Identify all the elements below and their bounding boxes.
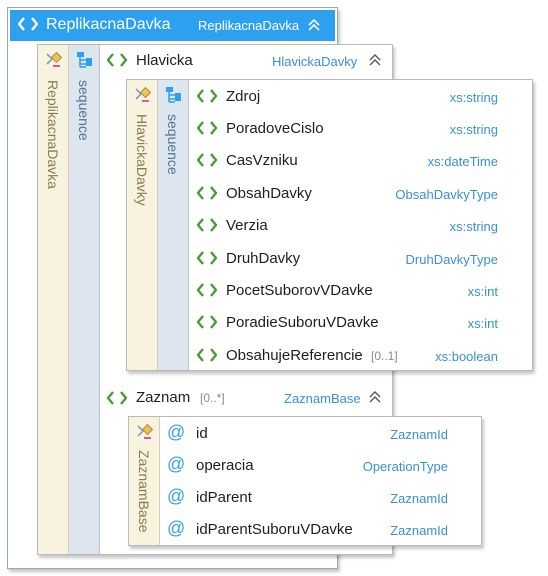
attribute-icon: @ xyxy=(167,486,186,506)
element-type: ObsahDavkyType xyxy=(395,187,498,202)
element-icon xyxy=(196,89,218,108)
element-type: xs:boolean xyxy=(435,349,498,364)
element-icon xyxy=(196,348,218,367)
element-type: DruhDavkyType xyxy=(405,252,498,267)
attribute-name: idParent xyxy=(196,489,252,506)
attribute-name: id xyxy=(196,425,208,442)
root-sequence-label: sequence xyxy=(76,80,92,141)
attribute-type: ZaznamId xyxy=(390,427,448,442)
list-item[interactable]: @ idParentSuboruVDavke ZaznamId xyxy=(161,515,477,545)
list-item[interactable]: DruhDavky DruhDavkyType xyxy=(190,244,528,274)
attribute-type: ZaznamId xyxy=(390,491,448,506)
element-name: CasVzniku xyxy=(226,152,298,169)
zaznam-element-cardinality: [0..*] xyxy=(200,391,225,405)
element-type: xs:string xyxy=(449,90,498,105)
list-item[interactable]: Verzia xs:string xyxy=(190,211,528,241)
zaznam-element-type: ZaznamBase xyxy=(284,391,361,406)
element-cardinality: [0..1] xyxy=(371,349,398,363)
list-item[interactable]: @ id ZaznamId xyxy=(161,419,477,449)
zaznam-type-label: ZaznamBase xyxy=(136,450,152,533)
list-item[interactable]: Zdroj xs:string xyxy=(190,82,528,112)
hlavicka-sequence-label: sequence xyxy=(165,114,181,175)
complex-type-icon xyxy=(133,86,153,109)
element-icon xyxy=(106,53,128,72)
collapse-icon[interactable] xyxy=(307,18,321,37)
list-item[interactable]: CasVzniku xs:dateTime xyxy=(190,146,528,176)
list-item[interactable]: @ idParent ZaznamId xyxy=(161,483,477,513)
element-icon xyxy=(17,17,39,36)
element-type: xs:int xyxy=(467,316,498,331)
collapse-icon[interactable] xyxy=(368,390,382,409)
element-name: PoradoveCislo xyxy=(226,120,324,137)
complex-type-icon xyxy=(135,423,155,446)
attribute-type: ZaznamId xyxy=(390,523,448,538)
attribute-icon: @ xyxy=(167,454,186,474)
attribute-type: OperationType xyxy=(362,459,448,474)
element-icon xyxy=(196,251,218,270)
list-item[interactable]: @ operacia OperationType xyxy=(161,451,477,481)
sequence-icon xyxy=(165,86,183,109)
element-type: xs:dateTime xyxy=(427,154,498,169)
element-name: PocetSuborovVDavke xyxy=(226,282,373,299)
element-icon xyxy=(196,153,218,172)
element-name: DruhDavky xyxy=(226,250,301,267)
list-item[interactable]: PoradoveCislo xs:string xyxy=(190,114,528,144)
element-name: Verzia xyxy=(226,217,268,234)
sequence-icon xyxy=(76,51,94,74)
root-element-type: ReplikacnaDavka xyxy=(198,18,300,33)
element-name: PoradieSuboruVDavke xyxy=(226,314,379,331)
list-item[interactable]: PoradieSuboruVDavke xs:int xyxy=(190,308,528,338)
element-name: ObsahujeReferencie xyxy=(226,347,363,364)
root-title-bar[interactable]: ReplikacnaDavka ReplikacnaDavka xyxy=(10,10,335,41)
element-type: xs:string xyxy=(449,219,498,234)
element-icon xyxy=(196,283,218,302)
collapse-icon[interactable] xyxy=(368,53,382,72)
hlavicka-type-label: HlavickaDavky xyxy=(134,114,150,206)
root-element-name: ReplikacnaDavka xyxy=(46,16,171,33)
complex-type-icon xyxy=(44,51,64,74)
element-name: Zdroj xyxy=(226,88,261,105)
element-icon xyxy=(196,121,218,140)
attribute-name: idParentSuboruVDavke xyxy=(196,521,353,538)
list-item[interactable]: ObsahujeReferencie [0..1] xs:boolean xyxy=(190,341,528,371)
attribute-icon: @ xyxy=(167,422,186,442)
element-icon xyxy=(196,315,218,334)
attribute-name: operacia xyxy=(196,457,254,474)
hlavicka-element-type: HlavickaDavky xyxy=(272,54,358,69)
hlavicka-element-name[interactable]: Hlavicka xyxy=(136,52,193,69)
element-name: ObsahDavky xyxy=(226,185,312,202)
list-item[interactable]: PocetSuborovVDavke xs:int xyxy=(190,276,528,306)
list-item[interactable]: ObsahDavky ObsahDavkyType xyxy=(190,179,528,209)
element-type: xs:string xyxy=(449,122,498,137)
attribute-icon: @ xyxy=(167,518,186,538)
element-type: xs:int xyxy=(467,284,498,299)
root-type-label: ReplikacnaDavka xyxy=(45,80,61,189)
element-icon xyxy=(106,391,128,410)
zaznam-element-name[interactable]: Zaznam xyxy=(136,389,190,406)
element-icon xyxy=(196,218,218,237)
element-icon xyxy=(196,186,218,205)
